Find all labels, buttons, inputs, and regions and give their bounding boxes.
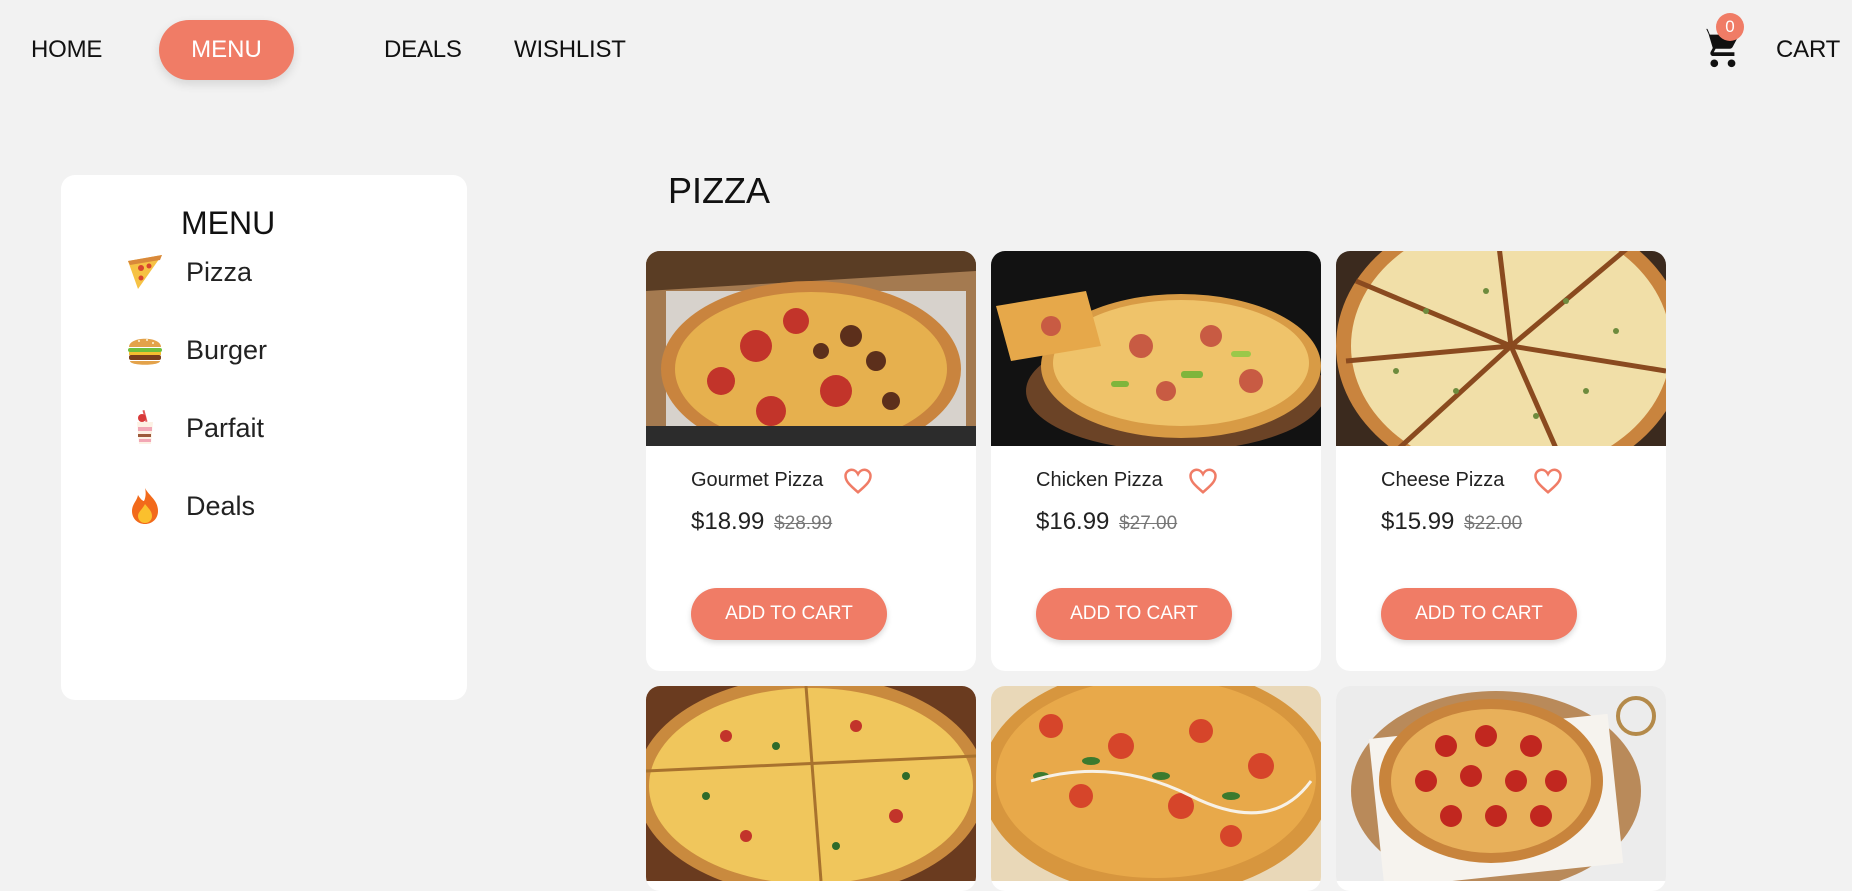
original-price: $28.99 (774, 513, 833, 534)
tomato-pizza-image (991, 686, 1321, 881)
sidebar-item-parfait[interactable]: Parfait (125, 403, 264, 453)
pizza-icon (128, 255, 162, 289)
sidebar-item-label: Pizza (186, 256, 253, 287)
add-to-cart-button[interactable]: ADD TO CART (691, 588, 887, 640)
original-price: $22.00 (1464, 513, 1523, 534)
nav-home-link[interactable]: HOME (31, 36, 102, 64)
burger-icon (128, 338, 162, 365)
add-to-cart-button[interactable]: ADD TO CART (1036, 588, 1232, 640)
sidebar-item-label: Parfait (186, 412, 265, 443)
nav-cart-link[interactable]: CART (1776, 36, 1840, 64)
heart-icon[interactable] (1533, 467, 1563, 495)
sidebar-item-deals[interactable]: Deals (125, 481, 255, 531)
product-price: $16.99 $27.00 (1036, 508, 1177, 536)
product-card (646, 686, 976, 891)
chicken-pizza-image (991, 251, 1321, 446)
parfait-icon (137, 409, 153, 444)
current-price: $15.99 (1381, 508, 1455, 535)
nav-wishlist-link[interactable]: WISHLIST (514, 36, 626, 64)
product-card: Chicken Pizza $16.99 $27.00 ADD TO CART (991, 251, 1321, 671)
product-card (991, 686, 1321, 891)
product-card (1336, 686, 1666, 891)
fire-icon (132, 488, 158, 524)
veggie-pizza-image (646, 686, 976, 881)
cheese-pizza-image (1336, 251, 1666, 446)
sidebar-menu: MENU Pizza Burger Parfait Deals (61, 175, 467, 700)
product-name: Cheese Pizza (1381, 469, 1505, 491)
heart-icon[interactable] (1188, 467, 1218, 495)
pepperoni-pizza-image (1336, 686, 1666, 881)
sidebar-item-burger[interactable]: Burger (125, 325, 267, 375)
heart-icon[interactable] (843, 467, 873, 495)
section-title: PIZZA (668, 170, 771, 211)
sidebar-item-label: Deals (186, 490, 256, 521)
product-card: Cheese Pizza $15.99 $22.00 ADD TO CART (1336, 251, 1666, 671)
current-price: $18.99 (691, 508, 765, 535)
current-price: $16.99 (1036, 508, 1110, 535)
gourmet-pizza-image (646, 251, 976, 446)
product-name: Chicken Pizza (1036, 469, 1163, 491)
original-price: $27.00 (1119, 513, 1178, 534)
sidebar-item-pizza[interactable]: Pizza (125, 247, 252, 297)
product-price: $15.99 $22.00 (1381, 508, 1522, 536)
product-price: $18.99 $28.99 (691, 508, 832, 536)
product-card: Gourmet Pizza $18.99 $28.99 ADD TO CART (646, 251, 976, 671)
add-to-cart-button[interactable]: ADD TO CART (1381, 588, 1577, 640)
sidebar-item-label: Burger (186, 334, 268, 365)
nav-menu-button[interactable]: MENU (159, 20, 294, 80)
sidebar-title: MENU (181, 205, 276, 241)
cart-count-badge: 0 (1716, 13, 1744, 41)
nav-deals-link[interactable]: DEALS (384, 36, 462, 64)
product-name: Gourmet Pizza (691, 469, 824, 491)
